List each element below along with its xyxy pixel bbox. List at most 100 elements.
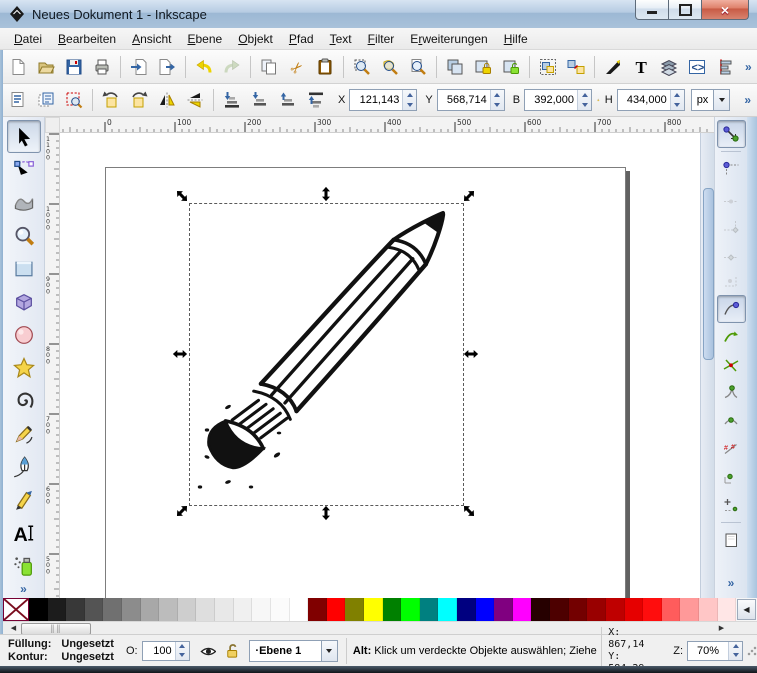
opacity-value[interactable]: 100: [143, 642, 175, 660]
copy-button[interactable]: [255, 53, 283, 81]
snap-smooth-nodes-button[interactable]: [717, 407, 746, 435]
rotate-ccw-button[interactable]: [97, 86, 125, 114]
title-bar[interactable]: Neues Dokument 1 - Inkscape ×: [0, 0, 757, 29]
vertical-scrollbar[interactable]: [700, 133, 714, 598]
zoom-field[interactable]: 70%: [687, 640, 743, 661]
toolbar-overflow-button[interactable]: »: [738, 93, 757, 107]
vertical-ruler[interactable]: 1100 1000 900 800 700 600 500: [45, 133, 60, 598]
lower-button[interactable]: [246, 86, 274, 114]
swatch-#e8e8e8[interactable]: [215, 598, 234, 621]
spiral-tool-button[interactable]: [7, 384, 41, 417]
x-field-value[interactable]: 121,143: [350, 90, 402, 110]
selection-handle-e[interactable]: [463, 346, 479, 362]
export-button[interactable]: [153, 53, 181, 81]
width-field[interactable]: 392,000: [524, 89, 593, 111]
xml-editor-button[interactable]: <>: [683, 53, 711, 81]
snap-rotation-centers-button[interactable]: [717, 491, 746, 519]
menu-pfad[interactable]: Pfad: [281, 29, 322, 49]
lower-to-bottom-button[interactable]: [218, 86, 246, 114]
swatch-#383838[interactable]: [66, 598, 85, 621]
swatch-#1c1c1c[interactable]: [47, 598, 67, 621]
snapbar-overflow-button[interactable]: »: [722, 576, 741, 590]
x-field-spinner[interactable]: [402, 90, 417, 110]
swatch-#730000[interactable]: [568, 598, 588, 621]
swatch-#707070[interactable]: [103, 598, 123, 621]
zoom-page-button[interactable]: [404, 53, 432, 81]
swatch-#00ffff[interactable]: [438, 598, 458, 621]
swatch-#ff9999[interactable]: [680, 598, 699, 621]
menu-bearbeiten[interactable]: Bearbeiten: [50, 29, 124, 49]
fill-stroke-dialog-button[interactable]: [599, 53, 627, 81]
swatch-#545454[interactable]: [84, 598, 104, 621]
snap-cusp-nodes-button[interactable]: [717, 379, 746, 407]
snap-page-border-button[interactable]: [717, 526, 746, 554]
pencil-tool-button[interactable]: [7, 417, 41, 450]
swatch-#260000[interactable]: [531, 598, 551, 621]
swatch-#0000ff[interactable]: [475, 598, 495, 621]
canvas[interactable]: [60, 133, 700, 598]
layer-dropdown-arrow-icon[interactable]: [320, 640, 337, 661]
height-field[interactable]: 434,000: [616, 89, 685, 111]
selection-handle-sw[interactable]: [174, 503, 190, 519]
swatch-#8c8c8c[interactable]: [122, 598, 141, 621]
flip-horizontal-button[interactable]: [153, 86, 181, 114]
swatch-#e60000[interactable]: [624, 598, 644, 621]
tweak-tool-button[interactable]: [7, 186, 41, 219]
snap-path-intersections-button[interactable]: [717, 351, 746, 379]
menu-hilfe[interactable]: Hilfe: [496, 29, 536, 49]
create-clone-button[interactable]: [469, 53, 497, 81]
menu-ebene[interactable]: Ebene: [179, 29, 230, 49]
palette-scrollbar-right-arrow[interactable]: ▶: [715, 623, 728, 633]
snap-nodes-button[interactable]: [716, 295, 746, 323]
opacity-spinner[interactable]: [174, 641, 189, 660]
swatch-#bcbcbc[interactable]: [159, 598, 178, 621]
new-document-button[interactable]: [4, 53, 32, 81]
close-button[interactable]: ×: [702, 0, 749, 20]
height-field-value[interactable]: 434,000: [618, 90, 670, 110]
calligraphy-tool-button[interactable]: [7, 483, 41, 516]
selection-handle-s[interactable]: [318, 505, 334, 521]
selection-handle-ne[interactable]: [461, 188, 477, 204]
import-button[interactable]: [125, 53, 153, 81]
layer-dropdown[interactable]: · Ebene 1: [249, 639, 338, 662]
swatch-#ffffff[interactable]: [289, 598, 309, 621]
minimize-button[interactable]: [635, 0, 669, 20]
swatch-#800000[interactable]: [308, 598, 327, 621]
layer-visibility-eye-icon[interactable]: [199, 642, 217, 660]
ungroup-objects-button[interactable]: [562, 53, 590, 81]
undo-button[interactable]: [190, 53, 218, 81]
menu-text[interactable]: Text: [322, 29, 360, 49]
y-field-value[interactable]: 568,714: [438, 90, 490, 110]
swatch-#ff0000[interactable]: [326, 598, 346, 621]
node-tool-button[interactable]: [7, 153, 41, 186]
selection-handle-n[interactable]: [318, 186, 334, 202]
zoom-drawing-button[interactable]: [376, 53, 404, 81]
deselect-button[interactable]: [60, 86, 88, 114]
paste-button[interactable]: [311, 53, 339, 81]
menu-ansicht[interactable]: Ansicht: [124, 29, 179, 49]
menu-erweiterungen[interactable]: Erweiterungen: [402, 29, 495, 49]
swatch-#800080[interactable]: [494, 598, 513, 621]
horizontal-ruler[interactable]: 0 100 200 300 400 500 600 700 800: [60, 117, 714, 133]
raise-to-top-button[interactable]: [302, 86, 330, 114]
zoom-selection-button[interactable]: [348, 53, 376, 81]
rotate-cw-button[interactable]: [125, 86, 153, 114]
y-field[interactable]: 568,714: [436, 89, 505, 111]
zoom-tool-button[interactable]: [7, 219, 41, 252]
window-resize-grip[interactable]: [747, 645, 757, 656]
unit-dropdown[interactable]: px: [690, 89, 731, 111]
swatch-#a8a8a8[interactable]: [140, 598, 160, 621]
text-tool-button[interactable]: A: [7, 516, 41, 549]
menu-objekt[interactable]: Objekt: [230, 29, 281, 49]
zoom-spinner[interactable]: [728, 641, 742, 660]
layers-dialog-button[interactable]: [655, 53, 683, 81]
menu-filter[interactable]: Filter: [360, 29, 403, 49]
lock-ratio-icon[interactable]: [597, 91, 600, 109]
vertical-scrollbar-thumb[interactable]: [703, 188, 714, 360]
swatch-#fbfbfb[interactable]: [270, 598, 290, 621]
swatch-#000000[interactable]: [29, 598, 48, 621]
swatch-#ffc6c6[interactable]: [698, 598, 718, 621]
unit-dropdown-arrow-icon[interactable]: [713, 90, 730, 110]
swatch-#f7f7f7[interactable]: [252, 598, 271, 621]
pen-tool-button[interactable]: [7, 450, 41, 483]
